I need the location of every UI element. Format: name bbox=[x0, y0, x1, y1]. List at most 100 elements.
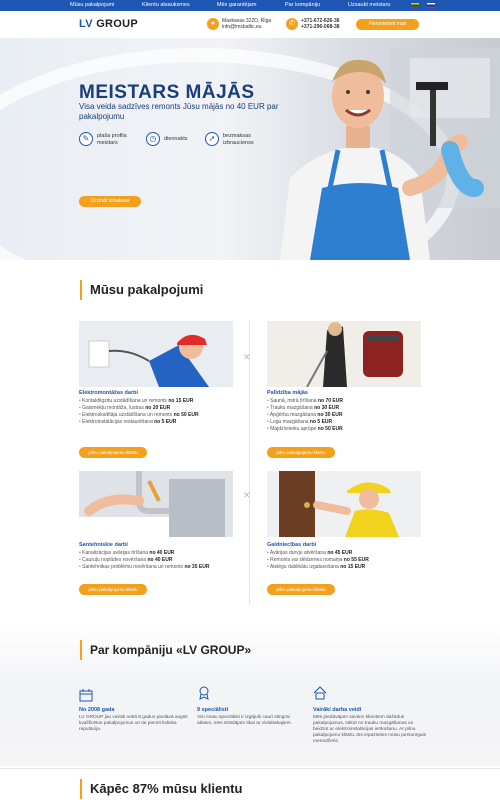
service-line-price: no 45 EUR bbox=[327, 550, 353, 556]
hero-title: MEISTARS MĀJĀS bbox=[79, 82, 255, 103]
service-price-list: Kanalizācijas avārijas tīrīšana no 40 EU… bbox=[79, 550, 209, 571]
service-price-list: Kontaktligzdu uzstādīšana un remonts no … bbox=[79, 398, 199, 426]
services-title: Mūsu pakalpojumi bbox=[80, 280, 203, 300]
about-text: Mēs piedāvājam saviem klientiem dažādus … bbox=[313, 715, 427, 744]
feature-line: izbraucienss bbox=[223, 139, 254, 146]
service-price-list: Avārijas durvju atvēršana no 45 EUR Remo… bbox=[267, 550, 369, 571]
service-line-price: no 5 EUR bbox=[154, 419, 177, 425]
service-price-item: Elektroinstalācijas restaurēšana no 5 EU… bbox=[79, 419, 199, 426]
feature-line: meistars bbox=[97, 139, 118, 146]
phone-icon: ✆ bbox=[286, 18, 298, 30]
nav-item-about[interactable]: Par kompāniju bbox=[285, 2, 320, 8]
about-head: Vairāki darba veidi bbox=[313, 707, 362, 713]
service-line-price: no 30 EUR bbox=[317, 412, 343, 418]
service-line-text: Kontaktligzdu uzstādīšana un remonts bbox=[82, 398, 167, 404]
service-line-price: no 50 EUR bbox=[317, 426, 343, 432]
email-line[interactable]: info@lmsbaltic.eu bbox=[222, 24, 271, 30]
location-pin-icon: ● bbox=[207, 18, 219, 30]
feature-specialist: plaša profila meistars bbox=[97, 133, 127, 146]
logo-group: GROUP bbox=[96, 18, 139, 30]
logo-lv: LV bbox=[79, 18, 93, 30]
about-head: No 2008 gada bbox=[79, 707, 115, 713]
feature-free-trip: bezmaksas izbraucienss bbox=[223, 133, 254, 146]
service-line-text: Majdzīvnieku aprūpe bbox=[270, 426, 317, 432]
service-name: Galdniecības darbi bbox=[267, 542, 317, 548]
russian-flag-icon[interactable] bbox=[427, 3, 435, 8]
wrench-icon: ✎ bbox=[79, 132, 93, 146]
service-line-price: no 40 EUR bbox=[149, 550, 175, 556]
site-header: LV GROUP ● Maskavas 322D, Rīga info@lmsb… bbox=[0, 11, 500, 38]
hero-section: MEISTARS MĀJĀS Visa veida sadzīves remon… bbox=[0, 38, 500, 260]
service-line-price: no 55 EUR bbox=[343, 557, 369, 563]
service-price-item: Kanalizācijas avārijas tīrīšana no 40 EU… bbox=[79, 550, 209, 557]
service-line-text: Atslēgu dublikātu izgatavošana bbox=[269, 564, 339, 570]
about-text: LV GROUP jau vairāk nekā 8 gadus piedāvā… bbox=[79, 715, 188, 732]
top-navigation: Mūsu pakalpojumi Klientu atsauksmes Mēs … bbox=[0, 0, 500, 11]
nav-item-call-master[interactable]: Uzsaukt meistaru bbox=[348, 2, 391, 8]
calendar-icon bbox=[79, 689, 93, 702]
phone-line-2[interactable]: +371-296-068-38 bbox=[301, 24, 340, 30]
phones: +371-672-626-36 +371-296-068-38 bbox=[301, 18, 340, 30]
service-price-item: Apģērba mazgāšana no 30 EUR bbox=[267, 412, 343, 419]
service-line-text: Santehnikas problēmu novēršana un remont… bbox=[82, 564, 184, 570]
service-price-item: Cauruļu noplūdes novēršana no 40 EUR bbox=[79, 557, 209, 564]
service-name: Elektromontāžas darbi bbox=[79, 390, 138, 396]
service-line-text: Logu mazgāšana bbox=[270, 419, 309, 425]
about-text: Visi mūsu speciālisti ir izgājuši cauri … bbox=[197, 715, 292, 726]
service-line-price: no 70 EUR bbox=[317, 398, 343, 404]
full-services-button[interactable]: pilnu pakalpojumu klāstu bbox=[79, 584, 147, 595]
service-line-text: Cauruļu noplūdes novēršana bbox=[82, 557, 147, 563]
feature-line: plaša profila bbox=[97, 133, 127, 139]
nav-item-guarantee[interactable]: Mēs garantējam bbox=[217, 2, 256, 8]
service-line-price: no 30 EUR bbox=[314, 405, 340, 411]
service-price-item: Atslēgu dublikātu izgatavošana no 15 EUR bbox=[267, 564, 369, 571]
call-me-button[interactable]: Pieruniemet man bbox=[356, 19, 419, 30]
service-line-price: no 35 EUR bbox=[184, 564, 210, 570]
service-line-text: Avārijas durvju atvēršana bbox=[269, 550, 326, 556]
service-price-item: Avārijas durvju atvēršana no 45 EUR bbox=[267, 550, 369, 557]
service-line-text: Elektroinstalācijas restaurēšana bbox=[82, 419, 153, 425]
full-services-button[interactable]: pilnu pakalpojumu klāstu bbox=[267, 447, 335, 458]
service-price-item: Saunā, mitrā tīrīšana no 70 EUR bbox=[267, 398, 343, 405]
service-line-price: no 50 EUR bbox=[173, 412, 199, 418]
service-price-item: Santehnikas problēmu novēršana un remont… bbox=[79, 564, 209, 571]
feature-24h: diennakts bbox=[164, 136, 188, 143]
full-services-button[interactable]: pilnu pakalpojumu klāstu bbox=[79, 447, 147, 458]
tools-icon: ✕ bbox=[243, 352, 251, 362]
why-title: Kāpēc 87% mūsu klientu bbox=[80, 779, 242, 799]
service-price-item: Logu mazgāšana no 5 EUR bbox=[267, 419, 343, 426]
service-price-item: Gaismekļu montāža, lustras no 20 EUR bbox=[79, 405, 199, 412]
service-line-text: Gaismekļu montāža, lustras bbox=[82, 405, 144, 411]
electrical-work-photo bbox=[79, 321, 233, 387]
logo[interactable]: LV GROUP bbox=[79, 18, 138, 30]
service-line-price: no 20 EUR bbox=[145, 405, 171, 411]
car-icon: ➚ bbox=[205, 132, 219, 146]
service-line-price: no 5 EUR bbox=[309, 419, 333, 425]
carpentry-work-photo bbox=[267, 471, 421, 537]
feature-line: diennakts bbox=[164, 136, 188, 142]
address: Maskavas 322D, Rīga info@lmsbaltic.eu bbox=[222, 18, 271, 30]
about-title: Par kompāniju «LV GROUP» bbox=[80, 640, 251, 660]
plumbing-work-photo bbox=[79, 471, 233, 537]
service-price-list: Saunā, mitrā tīrīšana no 70 EUR Trauku m… bbox=[267, 398, 343, 433]
about-head: 9 speciālisti bbox=[197, 707, 229, 713]
service-price-item: Trauku mazgāšana no 30 EUR bbox=[267, 405, 343, 412]
house-icon bbox=[313, 686, 327, 700]
service-line-price: no 15 EUR bbox=[340, 564, 366, 570]
nav-item-reviews[interactable]: Klientu atsauksmes bbox=[142, 2, 190, 8]
service-line-text: Elektroskaitītāja uzstādīšana un remonts bbox=[82, 412, 173, 418]
service-line-price: no 40 EUR bbox=[147, 557, 173, 563]
service-line-text: Remonts vai slēdzenes nomaiņa bbox=[270, 557, 343, 563]
clock-icon: ◷ bbox=[146, 132, 160, 146]
full-services-button[interactable]: pilnu pakalpojumu klāstu bbox=[267, 584, 335, 595]
service-line-text: Trauku mazgāšana bbox=[270, 405, 313, 411]
service-line-text: Apģērba mazgāšana bbox=[269, 412, 317, 418]
feature-line: bezmaksas bbox=[223, 133, 251, 139]
learn-prices-button[interactable]: Uzzināt izmaksas bbox=[79, 196, 141, 207]
service-name: Palīdzība mājās bbox=[267, 390, 308, 396]
service-line-price: no 15 EUR bbox=[168, 398, 194, 404]
nav-item-services[interactable]: Mūsu pakalpojumi bbox=[70, 2, 114, 8]
service-price-item: Elektroskaitītāja uzstādīšana un remonts… bbox=[79, 412, 199, 419]
lithuanian-flag-icon[interactable] bbox=[411, 3, 419, 8]
service-line-text: Saunā, mitrā tīrīšana bbox=[270, 398, 317, 404]
